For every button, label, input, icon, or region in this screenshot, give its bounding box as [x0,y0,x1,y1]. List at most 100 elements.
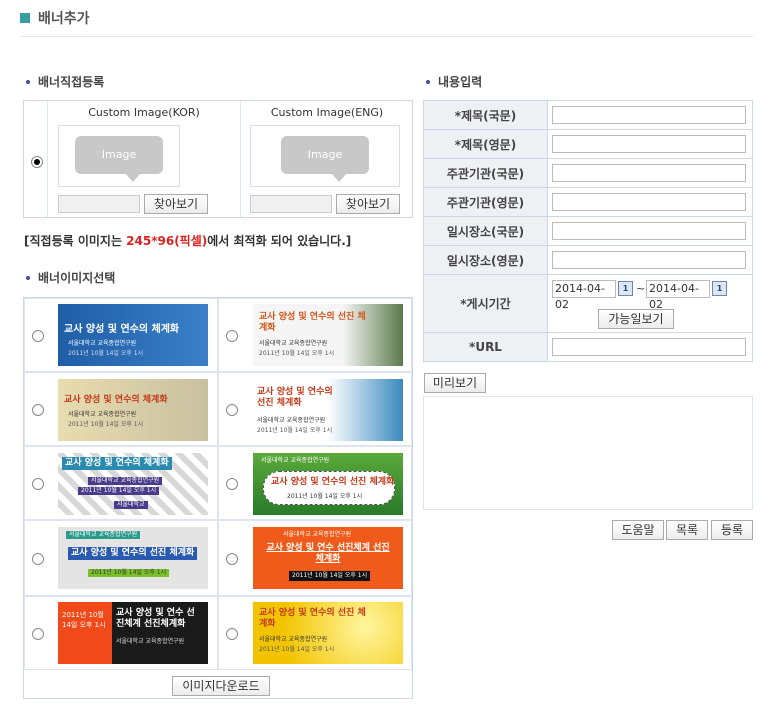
gallery-cell: 교사 양성 및 연수의 선진 체계화 서울대학교 교육종합연구원 2011년 1… [218,596,412,670]
direct-heading: 배너직접등록 [26,73,104,90]
form-row: *제목(국문) [423,100,753,130]
banner-org: 서울대학교 교육종합연구원 [259,636,328,643]
banner-title: 교사 양성 및 연수의 선진 체계화 [257,387,333,408]
banner-radio[interactable] [226,330,238,342]
content-form: *제목(국문) *제목(영문) 주관기관(국문) 주관기관(영문) 일시장소(국… [423,100,753,362]
banner-radio[interactable] [226,553,238,565]
url-input[interactable] [552,338,746,356]
banner-radio[interactable] [226,478,238,490]
gallery-cell: 교사 양성 및 연수의 선진 체계화 서울대학교 교육종합연구원 2011년 1… [218,298,412,372]
date-tilde: ~ [636,282,646,295]
host-kor-input[interactable] [552,164,746,182]
bullet-icon [26,79,30,84]
banner-image[interactable]: 교사 양성 및 연수의 선진 체계화 서울대학교 교육종합연구원 2011년 1… [253,602,403,664]
kor-caption: Custom Image(KOR) [88,106,200,119]
direct-radio[interactable] [31,156,43,168]
help-button[interactable]: 도움말 [612,520,664,540]
calendar-icon[interactable]: 1 [712,281,727,296]
banner-radio[interactable] [32,553,44,565]
form-row: 일시장소(영문) [423,245,753,275]
host-eng-input[interactable] [552,193,746,211]
banner-image[interactable]: 서울대학교 교육종합연구원 교사 양성 및 연수의 선진 체계화 2011년 1… [253,453,403,515]
form-row: *URL [423,332,753,362]
gallery-panel: 교사 양성 및 연수의 체계화 서울대학교 교육종합연구원 2011년 10월 … [23,297,413,699]
calendar-icon[interactable]: 1 [618,281,633,296]
eng-file-field[interactable] [250,195,332,213]
kor-browse-button[interactable]: 찾아보기 [144,194,208,214]
date-from-input[interactable]: 2014-04-02 [552,280,616,311]
banner-org: 서울대학교 교육종합연구원 [259,340,328,347]
banner-radio[interactable] [226,628,238,640]
banner-date: 2011년 10월 14일 오후 1시 [259,646,335,653]
title-eng-input[interactable] [552,135,746,153]
banner-image[interactable]: 서울대학교 교육종합연구원 교사 양성 및 연수 선진체계 선진체계화 2011… [253,527,403,589]
banner-tag: 서울대학교 [114,501,148,509]
gallery-cell: 교사 양성 및 연수의 선진 체계화 서울대학교 교육종합연구원 2011년 1… [218,372,412,446]
venue-kor-input[interactable] [552,222,746,240]
kor-file-field[interactable] [58,195,140,213]
page-title-text: 배너추가 [38,11,90,27]
banner-org: 서울대학교 교육종합연구원 [257,417,326,424]
divider [240,101,241,217]
date-to-input[interactable]: 2014-04-02 [646,280,710,311]
preview-area [423,396,753,510]
banner-date: 2011년 10월 14일 오후 1시 [259,350,335,357]
image-bubble-icon: Image [75,136,163,182]
banner-title: 교사 양성 및 연수의 체계화 [64,324,180,335]
availability-button[interactable]: 가능일보기 [598,309,674,329]
eng-image-placeholder: Image [250,125,400,187]
banner-image[interactable]: 교사 양성 및 연수의 체계화 서울대학교 교육종합연구원 2011년 10월 … [58,379,208,441]
banner-radio[interactable] [32,404,44,416]
gallery-cell: 서울대학교 교육종합연구원 교사 양성 및 연수 선진체계 선진체계화 2011… [218,520,412,596]
title-kor-input[interactable] [552,106,746,124]
banner-radio[interactable] [32,628,44,640]
url-label: *URL [423,332,548,362]
host-kor-cell [547,158,753,188]
banner-image[interactable]: 교사 양성 및 연수의 체계화 서울대학교 교육종합연구원 2011년 10월 … [58,304,208,366]
banner-title: 교사 양성 및 연수의 선진 체계화 [271,477,395,487]
banner-image[interactable]: 교사 양성 및 연수의 선진 체계화 서울대학교 교육종합연구원 2011년 1… [253,379,403,441]
banner-date: 2011년 10월 14일 오후 1시 [257,427,333,434]
banner-title: 교사 양성 및 연수의 체계화 [62,457,172,470]
banner-image[interactable]: 서울대학교 교육종합연구원 교사 양성 및 연수의 선진 체계화 2011년 1… [58,527,208,589]
image-download-button[interactable]: 이미지다운로드 [172,676,270,696]
preview-button[interactable]: 미리보기 [424,373,486,393]
direct-upload-panel: Custom Image(KOR) Image 찾아보기 Custom Imag… [23,100,413,218]
banner-radio[interactable] [226,404,238,416]
venue-eng-input[interactable] [552,251,746,269]
eng-browse-button[interactable]: 찾아보기 [336,194,400,214]
banner-radio[interactable] [32,330,44,342]
form-row: 일시장소(국문) [423,216,753,246]
content-heading: 내용입력 [426,73,482,90]
banner-image[interactable]: 2011년 10월 14일 오후 1시 교사 양성 및 연수 선진체계 선진체계… [58,602,208,664]
page-title: 배너추가 [20,8,90,28]
direct-heading-text: 배너직접등록 [38,75,105,89]
eng-caption: Custom Image(ENG) [270,106,384,119]
gallery-heading-text: 배너이미지선택 [38,271,116,285]
venue-eng-cell [547,245,753,275]
form-row: *제목(영문) [423,129,753,159]
banner-image[interactable]: 교사 양성 및 연수의 체계화 서울대학교 교육종합연구원 2011년 10월 … [58,453,208,515]
divider [47,101,48,217]
period-label: *게시기간 [423,274,548,333]
banner-image[interactable]: 교사 양성 및 연수의 선진 체계화 서울대학교 교육종합연구원 2011년 1… [253,304,403,366]
venue-kor-cell [547,216,753,246]
gallery-cell: 교사 양성 및 연수의 체계화 서울대학교 교육종합연구원 2011년 10월 … [24,298,218,372]
form-row: 주관기관(영문) [423,187,753,217]
host-kor-label: 주관기관(국문) [423,158,548,188]
list-button[interactable]: 목록 [666,520,708,540]
banner-title: 교사 양성 및 연수의 선진 체계화 [259,312,366,333]
image-bubble-icon: Image [281,136,369,182]
register-button[interactable]: 등록 [711,520,753,540]
banner-org: 서울대학교 교육종합연구원 [261,457,330,464]
bullet-icon [26,275,30,280]
banner-date: 2011년 10월 14일 오후 1시 [68,350,144,357]
title-eng-label: *제목(영문) [423,129,548,159]
banner-title: 교사 양성 및 연수의 체계화 [64,395,168,405]
venue-eng-label: 일시장소(영문) [423,245,548,275]
banner-org: 서울대학교 교육종합연구원 [66,531,141,539]
banner-date: 2011년 10월 14일 오후 1시 [78,487,160,495]
url-cell [547,332,753,362]
banner-radio[interactable] [32,478,44,490]
banner-title: 교사 양성 및 연수 선진체계 선진체계화 [266,543,390,564]
